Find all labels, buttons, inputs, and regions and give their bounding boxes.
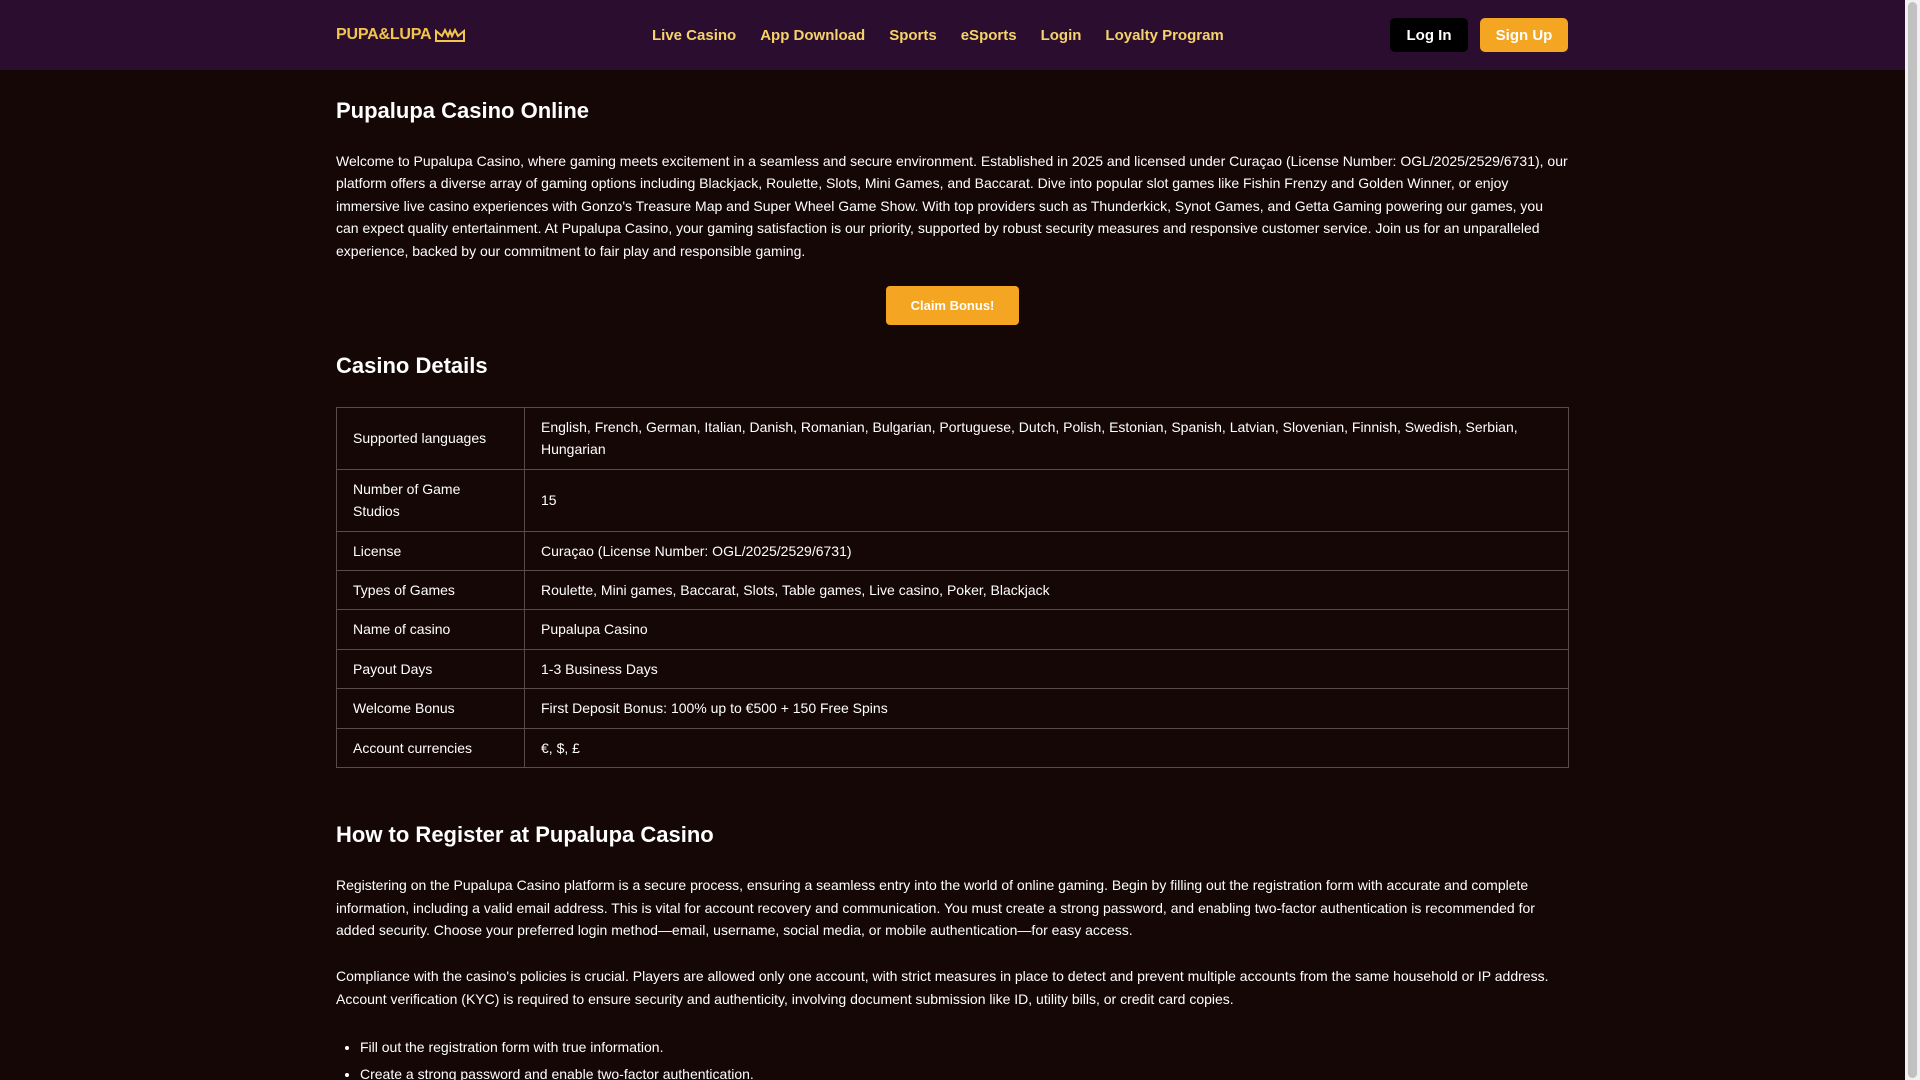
detail-value: Curaçao (License Number: OGL/2025/2529/6… — [524, 530, 1569, 572]
table-row: Name of casino Pupalupa Casino — [336, 609, 1569, 650]
table-row: Payout Days 1-3 Business Days — [336, 648, 1569, 690]
table-row: Supported languages English, French, Ger… — [336, 407, 1569, 470]
nav-esports[interactable]: eSports — [961, 27, 1017, 44]
register-section-title: How to Register at Pupalupa Casino — [336, 822, 714, 848]
main-nav: Live Casino App Download Sports eSports … — [652, 0, 1224, 70]
detail-key: Supported languages — [336, 407, 525, 470]
casino-details-table: Supported languages English, French, Ger… — [336, 407, 1569, 769]
table-row: Types of Games Roulette, Mini games, Bac… — [336, 570, 1569, 611]
logo-text: PUPA&LUPA — [336, 26, 432, 43]
detail-value: First Deposit Bonus: 100% up to €500 + 1… — [524, 688, 1569, 729]
login-button[interactable]: Log In — [1390, 18, 1468, 52]
detail-key: License — [336, 530, 525, 572]
detail-key: Name of casino — [336, 609, 525, 650]
table-row: License Curaçao (License Number: OGL/202… — [336, 530, 1569, 572]
register-paragraph: Registering on the Pupalupa Casino platf… — [336, 877, 1535, 938]
main-content: Pupalupa Casino Online Welcome to Pupalu… — [336, 70, 1569, 1080]
detail-value: English, French, German, Italian, Danish… — [524, 407, 1569, 470]
detail-value: Roulette, Mini games, Baccarat, Slots, T… — [524, 570, 1569, 611]
intro-paragraph: Welcome to Pupalupa Casino, where gaming… — [336, 153, 1568, 259]
compliance-paragraph: Compliance with the casino's policies is… — [336, 968, 1549, 1007]
site-header: PUPA&LUPA Live Casino App Download Sport… — [0, 0, 1905, 70]
detail-key: Account currencies — [336, 727, 525, 769]
nav-login[interactable]: Login — [1041, 27, 1082, 44]
detail-value: 15 — [524, 468, 1569, 532]
register-steps-list: Fill out the registration form with true… — [336, 1034, 1569, 1080]
casino-details-title: Casino Details — [336, 353, 488, 379]
cta-container: Claim Bonus! — [336, 286, 1569, 326]
detail-key: Welcome Bonus — [336, 688, 525, 729]
detail-value: 1-3 Business Days — [524, 648, 1569, 690]
nav-app-download[interactable]: App Download — [760, 27, 865, 44]
page-scrollbar[interactable] — [1905, 0, 1920, 1080]
nav-sports[interactable]: Sports — [889, 27, 937, 44]
crown-icon — [435, 28, 466, 42]
nav-live-casino[interactable]: Live Casino — [652, 27, 736, 44]
page-title: Pupalupa Casino Online — [336, 98, 590, 123]
signup-button[interactable]: Sign Up — [1480, 18, 1568, 52]
list-item: Create a strong password and enable two-… — [360, 1061, 1569, 1080]
claim-bonus-button[interactable]: Claim Bonus! — [886, 286, 1019, 326]
detail-key: Number of Game Studios — [336, 468, 525, 532]
list-item: Fill out the registration form with true… — [360, 1034, 1569, 1061]
table-row: Welcome Bonus First Deposit Bonus: 100% … — [336, 688, 1569, 729]
site-logo[interactable]: PUPA&LUPA — [336, 26, 466, 44]
detail-value: €, $, £ — [524, 727, 1569, 769]
detail-key: Types of Games — [336, 570, 525, 611]
detail-key: Payout Days — [336, 648, 525, 690]
detail-value: Pupalupa Casino — [524, 609, 1569, 650]
scrollbar-thumb[interactable] — [1908, 2, 1917, 1078]
nav-loyalty-program[interactable]: Loyalty Program — [1105, 27, 1223, 44]
table-row: Account currencies €, $, £ — [336, 727, 1569, 769]
table-row: Number of Game Studios 15 — [336, 468, 1569, 532]
